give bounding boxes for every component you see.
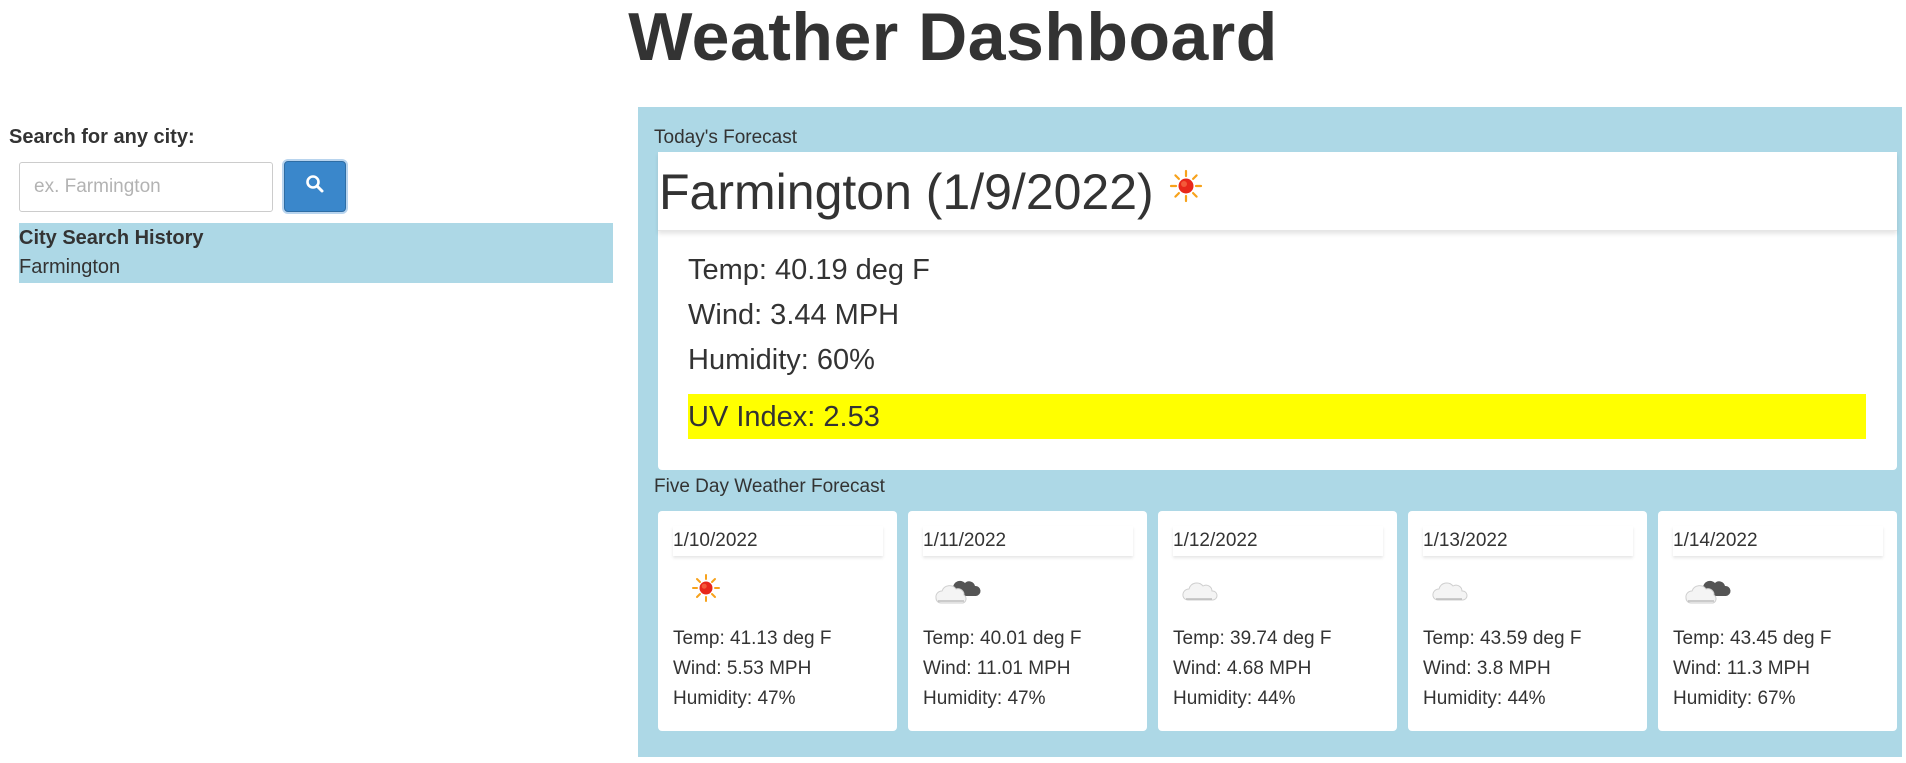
forecast-humidity: Humidity: 44% <box>1173 688 1296 709</box>
sun-icon <box>676 566 736 610</box>
forecast-humidity: Humidity: 67% <box>1673 688 1796 709</box>
history-item-farmington[interactable]: Farmington <box>19 256 120 279</box>
uv-index: UV Index: 2.53 <box>688 401 880 433</box>
uv-index-bar: UV Index: 2.53 <box>688 394 1866 439</box>
history-title: City Search History <box>19 227 204 249</box>
forecast-date: 1/12/2022 <box>1173 526 1383 556</box>
search-button[interactable] <box>284 161 346 212</box>
forecast-card: 1/11/2022 Temp: 40.01 deg F Wind: 11.01 … <box>908 511 1147 731</box>
forecast-wind: Wind: 3.8 MPH <box>1423 658 1551 679</box>
city-search-input[interactable] <box>19 162 273 212</box>
cloud-icon <box>1176 566 1236 610</box>
cloud-icon <box>1426 566 1486 610</box>
dark-clouds-icon <box>926 566 986 610</box>
forecast-card: 1/13/2022 Temp: 43.59 deg F Wind: 3.8 MP… <box>1408 511 1647 731</box>
todays-forecast-label: Today's Forecast <box>654 127 798 148</box>
weather-dashboard: Weather Dashboard Search for any city: C… <box>0 0 1906 763</box>
forecast-temp: Temp: 43.59 deg F <box>1423 628 1582 649</box>
forecast-card: 1/14/2022 Temp: 43.45 deg F Wind: 11.3 M… <box>1658 511 1897 731</box>
today-card-header: Farmington (1/9/2022) <box>658 152 1897 231</box>
forecast-date: 1/13/2022 <box>1423 526 1633 556</box>
forecast-panel: Today's Forecast Farmington (1/9/2022) T… <box>638 107 1902 757</box>
forecast-temp: Temp: 41.13 deg F <box>673 628 832 649</box>
forecast-humidity: Humidity: 47% <box>923 688 1046 709</box>
forecast-date: 1/11/2022 <box>923 526 1133 556</box>
forecast-temp: Temp: 39.74 deg F <box>1173 628 1332 649</box>
search-label: Search for any city: <box>9 126 195 148</box>
forecast-date: 1/10/2022 <box>673 526 883 556</box>
forecast-card: 1/12/2022 Temp: 39.74 deg F Wind: 4.68 M… <box>1158 511 1397 731</box>
search-icon <box>305 174 325 199</box>
today-wind: Wind: 3.44 MPH <box>688 299 900 331</box>
today-humidity: Humidity: 60% <box>688 344 875 376</box>
forecast-date: 1/14/2022 <box>1673 526 1883 556</box>
today-temp: Temp: 40.19 deg F <box>688 254 930 286</box>
city-date-title: Farmington (1/9/2022) <box>659 164 1154 220</box>
forecast-wind: Wind: 4.68 MPH <box>1173 658 1312 679</box>
forecast-temp: Temp: 43.45 deg F <box>1673 628 1832 649</box>
sun-icon <box>1169 169 1203 203</box>
city-search-history: City Search History Farmington <box>19 223 613 283</box>
five-day-forecast-label: Five Day Weather Forecast <box>654 476 885 497</box>
forecast-humidity: Humidity: 47% <box>673 688 796 709</box>
forecast-wind: Wind: 11.01 MPH <box>923 658 1071 679</box>
forecast-card: 1/10/2022 Temp: 41.13 deg F Wind: 5.53 M… <box>658 511 897 731</box>
forecast-wind: Wind: 5.53 MPH <box>673 658 812 679</box>
todays-forecast-card: Farmington (1/9/2022) Temp: 40.19 deg F … <box>658 152 1897 470</box>
forecast-humidity: Humidity: 44% <box>1423 688 1546 709</box>
forecast-wind: Wind: 11.3 MPH <box>1673 658 1810 679</box>
forecast-temp: Temp: 40.01 deg F <box>923 628 1082 649</box>
dark-clouds-icon <box>1676 566 1736 610</box>
page-title: Weather Dashboard <box>628 0 1278 75</box>
